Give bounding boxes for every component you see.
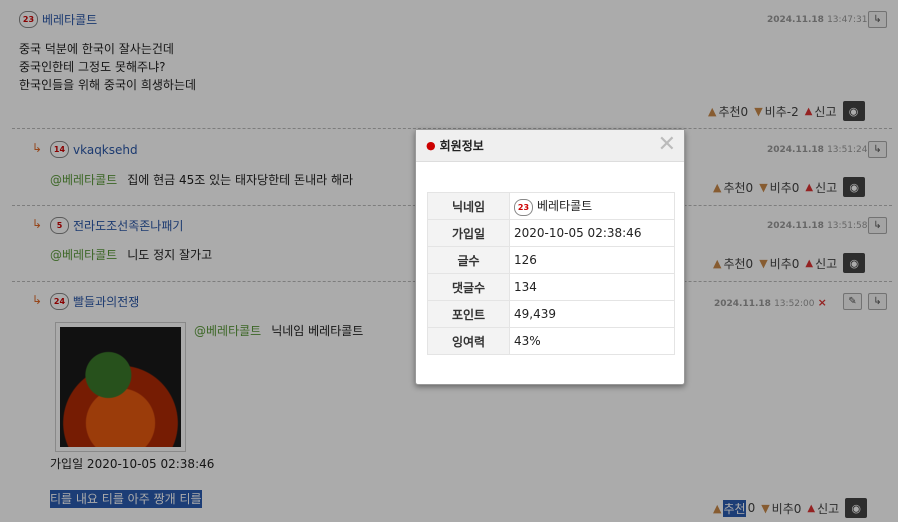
table-row: 포인트 49,439 (427, 300, 675, 328)
table-row: 가입일 2020-10-05 02:38:46 (427, 219, 675, 247)
member-info-table: 닉네임 23 베레타콜트 가입일 2020-10-05 02:38:46 글수 1… (427, 192, 675, 355)
popup-title: 회원정보 (439, 139, 484, 153)
member-info-popup: ● 회원정보 ✕ 닉네임 23 베레타콜트 가입일 2020-10-05 02:3… (415, 129, 685, 385)
popup-header: ● 회원정보 (416, 130, 684, 162)
table-row: 닉네임 23 베레타콜트 (427, 192, 675, 220)
table-row: 잉여력 43% (427, 327, 675, 355)
member-card-icon: ● (426, 139, 436, 152)
close-icon[interactable]: ✕ (658, 134, 676, 156)
table-row: 댓글수 134 (427, 273, 675, 301)
level-icon: 23 (514, 198, 533, 216)
table-row: 글수 126 (427, 246, 675, 274)
